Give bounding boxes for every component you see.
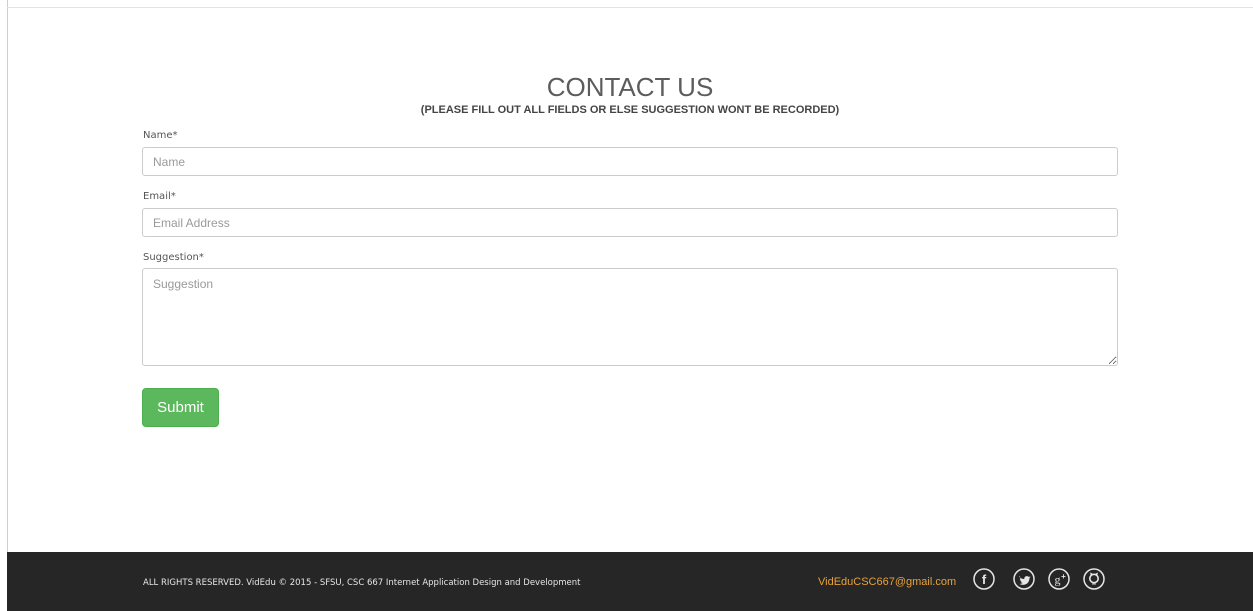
page-title: CONTACT US (546, 72, 714, 102)
name-input[interactable] (142, 147, 1118, 176)
svg-text:g: g (1055, 573, 1061, 587)
frame-border-top (7, 7, 1253, 8)
suggestion-textarea[interactable] (142, 268, 1118, 366)
name-label: Name* (143, 130, 178, 141)
suggestion-label: Suggestion* (143, 252, 204, 263)
svg-text:+: + (1061, 572, 1066, 581)
submit-button[interactable]: Submit (142, 388, 219, 427)
footer-email-link[interactable]: VidEduCSC667@gmail.com (818, 576, 956, 588)
github-icon[interactable] (1083, 568, 1105, 590)
twitter-icon[interactable] (1013, 568, 1035, 590)
google-plus-icon[interactable]: g + (1048, 568, 1070, 590)
page-subtitle: (PLEASE FILL OUT ALL FIELDS OR ELSE SUGG… (420, 104, 840, 116)
footer: ALL RIGHTS RESERVED. VidEdu © 2015 - SFS… (7, 552, 1253, 611)
email-label: Email* (143, 191, 176, 202)
contact-page: CONTACT US (PLEASE FILL OUT ALL FIELDS O… (0, 0, 1253, 611)
footer-copyright: ALL RIGHTS RESERVED. VidEdu © 2015 - SFS… (143, 578, 581, 588)
svg-text:f: f (982, 572, 987, 587)
email-input[interactable] (142, 208, 1118, 237)
facebook-icon[interactable]: f (973, 568, 995, 590)
